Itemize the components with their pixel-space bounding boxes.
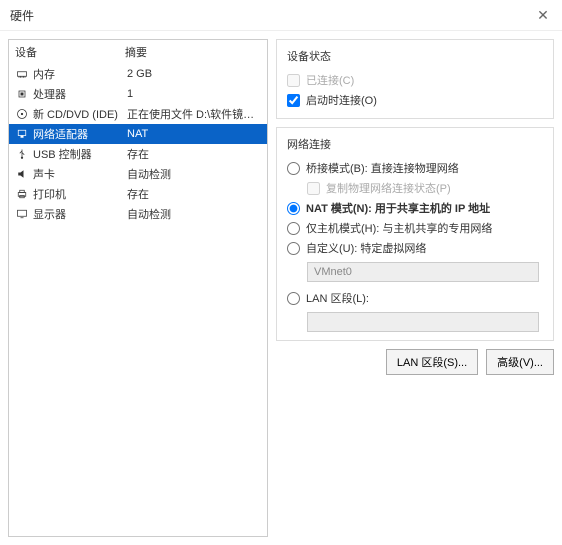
device-col-device: 设备 bbox=[15, 44, 125, 60]
device-name: 网络适配器 bbox=[33, 126, 127, 142]
device-summary: 自动检测 bbox=[127, 166, 261, 182]
sound-icon bbox=[15, 168, 29, 180]
device-name: 新 CD/DVD (IDE) bbox=[33, 106, 127, 122]
close-icon[interactable]: ✕ bbox=[534, 6, 552, 24]
lan-segment-input[interactable] bbox=[307, 312, 539, 332]
bridged-radio[interactable] bbox=[287, 162, 300, 175]
connect-at-power-label: 启动时连接(O) bbox=[306, 92, 377, 108]
bridged-label: 桥接模式(B): 直接连接物理网络 bbox=[306, 160, 459, 176]
bridged-sub-checkbox bbox=[307, 182, 320, 195]
device-row[interactable]: 显示器自动检测 bbox=[9, 204, 267, 224]
printer-icon bbox=[15, 188, 29, 200]
network-connection-section: 网络连接 桥接模式(B): 直接连接物理网络 复制物理网络连接状态(P) NAT… bbox=[276, 127, 554, 341]
device-status-section: 设备状态 已连接(C) 启动时连接(O) bbox=[276, 39, 554, 119]
hostonly-radio-row[interactable]: 仅主机模式(H): 与主机共享的专用网络 bbox=[287, 218, 543, 238]
cd-icon bbox=[15, 108, 29, 120]
display-icon bbox=[15, 208, 29, 220]
hostonly-label: 仅主机模式(H): 与主机共享的专用网络 bbox=[306, 220, 492, 236]
network-connection-title: 网络连接 bbox=[287, 136, 543, 152]
device-summary: NAT bbox=[127, 128, 261, 140]
device-row[interactable]: USB 控制器存在 bbox=[9, 144, 267, 164]
memory-icon bbox=[15, 68, 29, 80]
lan-label: LAN 区段(L): bbox=[306, 290, 369, 306]
custom-radio-row[interactable]: 自定义(U): 特定虚拟网络 bbox=[287, 238, 543, 258]
custom-label: 自定义(U): 特定虚拟网络 bbox=[306, 240, 426, 256]
usb-icon bbox=[15, 148, 29, 160]
device-summary: 存在 bbox=[127, 146, 261, 162]
bridged-sub-label: 复制物理网络连接状态(P) bbox=[326, 180, 451, 196]
device-row[interactable]: 网络适配器NAT bbox=[9, 124, 267, 144]
lan-radio[interactable] bbox=[287, 292, 300, 305]
device-summary: 自动检测 bbox=[127, 206, 261, 222]
device-summary: 存在 bbox=[127, 186, 261, 202]
device-row[interactable]: 新 CD/DVD (IDE)正在使用文件 D:\软件镜像\... bbox=[9, 104, 267, 124]
device-name: 显示器 bbox=[33, 206, 127, 222]
window-title: 硬件 bbox=[10, 7, 34, 24]
custom-radio[interactable] bbox=[287, 242, 300, 255]
connected-checkbox[interactable] bbox=[287, 74, 300, 87]
connected-label: 已连接(C) bbox=[306, 72, 354, 88]
device-row[interactable]: 声卡自动检测 bbox=[9, 164, 267, 184]
bridged-radio-row[interactable]: 桥接模式(B): 直接连接物理网络 bbox=[287, 158, 543, 178]
device-summary: 正在使用文件 D:\软件镜像\... bbox=[127, 106, 261, 122]
device-name: 处理器 bbox=[33, 86, 127, 102]
hostonly-radio[interactable] bbox=[287, 222, 300, 235]
nat-radio[interactable] bbox=[287, 202, 300, 215]
device-status-title: 设备状态 bbox=[287, 48, 543, 64]
connect-at-power-row[interactable]: 启动时连接(O) bbox=[287, 90, 543, 110]
device-col-summary: 摘要 bbox=[125, 44, 147, 60]
device-list-panel: 设备 摘要 内存2 GB处理器1新 CD/DVD (IDE)正在使用文件 D:\… bbox=[8, 39, 268, 537]
device-row[interactable]: 打印机存在 bbox=[9, 184, 267, 204]
connect-at-power-checkbox[interactable] bbox=[287, 94, 300, 107]
lan-radio-row[interactable]: LAN 区段(L): bbox=[287, 288, 543, 308]
device-name: USB 控制器 bbox=[33, 146, 127, 162]
custom-network-input[interactable] bbox=[307, 262, 539, 282]
cpu-icon bbox=[15, 88, 29, 100]
device-name: 内存 bbox=[33, 66, 127, 82]
device-name: 声卡 bbox=[33, 166, 127, 182]
lan-segments-button[interactable]: LAN 区段(S)... bbox=[386, 349, 478, 375]
device-row[interactable]: 内存2 GB bbox=[9, 64, 267, 84]
connected-checkbox-row[interactable]: 已连接(C) bbox=[287, 70, 543, 90]
device-name: 打印机 bbox=[33, 186, 127, 202]
nat-radio-row[interactable]: NAT 模式(N): 用于共享主机的 IP 地址 bbox=[287, 198, 543, 218]
nat-label: NAT 模式(N): 用于共享主机的 IP 地址 bbox=[306, 200, 490, 216]
device-row[interactable]: 处理器1 bbox=[9, 84, 267, 104]
advanced-button[interactable]: 高级(V)... bbox=[486, 349, 554, 375]
network-icon bbox=[15, 128, 29, 140]
device-summary: 1 bbox=[127, 88, 261, 100]
device-summary: 2 GB bbox=[127, 68, 261, 80]
bridged-sub-row: 复制物理网络连接状态(P) bbox=[307, 178, 543, 198]
